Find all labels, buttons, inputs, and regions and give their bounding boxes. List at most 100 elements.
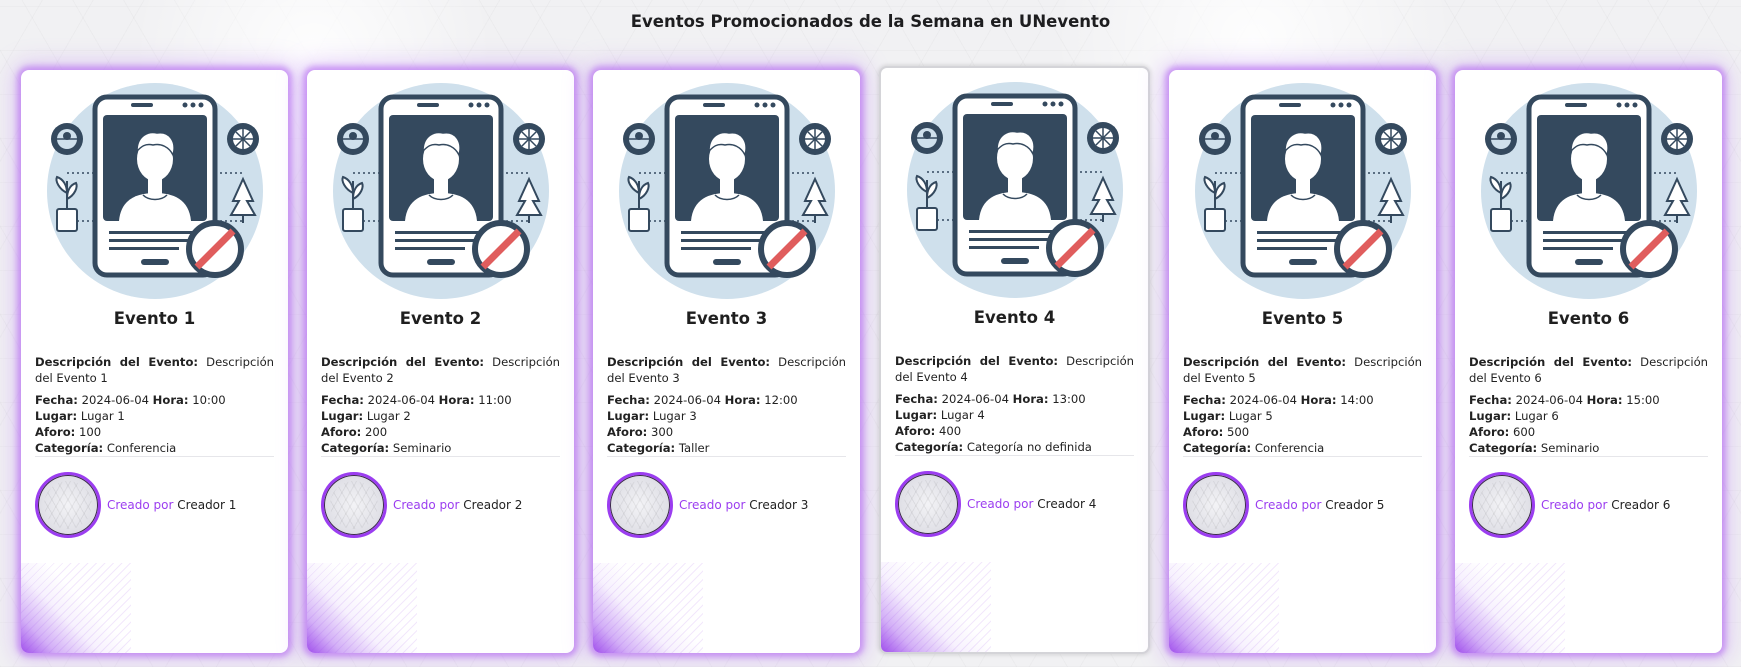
description-label: Descripción del Evento: bbox=[1183, 355, 1347, 369]
created-by-link[interactable]: Creado por bbox=[679, 498, 745, 512]
event-creator[interactable]: Creado por Creador 2 bbox=[307, 472, 574, 538]
creator-text: Creado por Creador 5 bbox=[1255, 498, 1384, 512]
event-card-6[interactable]: Evento 6 Descripción del Evento: Descrip… bbox=[1455, 70, 1722, 653]
divider bbox=[895, 455, 1134, 456]
time-value: 12:00 bbox=[764, 393, 798, 407]
date-value: 2024-06-04 bbox=[81, 393, 149, 407]
event-datetime: Fecha: 2024-06-04 Hora: 13:00 bbox=[895, 391, 1134, 407]
time-value: 10:00 bbox=[192, 393, 226, 407]
description-label: Descripción del Evento: bbox=[895, 354, 1059, 368]
date-value: 2024-06-04 bbox=[367, 393, 435, 407]
date-value: 2024-06-04 bbox=[1515, 393, 1583, 407]
date-label: Fecha: bbox=[1469, 393, 1512, 407]
event-category: Categoría: Seminario bbox=[321, 440, 560, 456]
event-info: Descripción del Evento: Descripción del … bbox=[1169, 354, 1436, 456]
place-label: Lugar: bbox=[607, 409, 650, 423]
event-creator[interactable]: Creado por Creador 5 bbox=[1169, 472, 1436, 538]
place-label: Lugar: bbox=[35, 409, 78, 423]
event-place: Lugar: Lugar 4 bbox=[895, 407, 1134, 423]
creator-name: Creador 2 bbox=[463, 498, 523, 512]
place-value: Lugar 5 bbox=[1228, 409, 1273, 423]
event-description: Descripción del Evento: Descripción del … bbox=[35, 354, 274, 386]
event-datetime: Fecha: 2024-06-04 Hora: 12:00 bbox=[607, 392, 846, 408]
avatar-placeholder-icon[interactable] bbox=[35, 472, 101, 538]
avatar-placeholder-icon[interactable] bbox=[1183, 472, 1249, 538]
avatar-placeholder-icon[interactable] bbox=[895, 471, 961, 537]
place-label: Lugar: bbox=[1183, 409, 1226, 423]
time-value: 14:00 bbox=[1340, 393, 1374, 407]
time-value: 11:00 bbox=[478, 393, 512, 407]
avatar-placeholder-icon[interactable] bbox=[321, 472, 387, 538]
event-info: Descripción del Evento: Descripción del … bbox=[21, 354, 288, 456]
creator-name: Creador 3 bbox=[749, 498, 809, 512]
category-label: Categoría: bbox=[607, 441, 676, 455]
event-category: Categoría: Taller bbox=[607, 440, 846, 456]
time-label: Hora: bbox=[438, 393, 475, 407]
creator-text: Creado por Creador 2 bbox=[393, 498, 522, 512]
event-capacity: Aforo: 500 bbox=[1183, 424, 1422, 440]
no-image-placeholder-icon bbox=[46, 83, 263, 299]
event-capacity: Aforo: 200 bbox=[321, 424, 560, 440]
capacity-label: Aforo: bbox=[1469, 425, 1510, 439]
time-value: 15:00 bbox=[1626, 393, 1660, 407]
date-label: Fecha: bbox=[607, 393, 650, 407]
capacity-label: Aforo: bbox=[607, 425, 648, 439]
created-by-link[interactable]: Creado por bbox=[107, 498, 173, 512]
category-value: Seminario bbox=[1540, 441, 1600, 455]
event-info: Descripción del Evento: Descripción del … bbox=[593, 354, 860, 456]
event-creator[interactable]: Creado por Creador 4 bbox=[881, 471, 1148, 537]
category-value: Conferencia bbox=[1254, 441, 1325, 455]
event-place: Lugar: Lugar 2 bbox=[321, 408, 560, 424]
capacity-label: Aforo: bbox=[895, 424, 936, 438]
event-capacity: Aforo: 600 bbox=[1469, 424, 1708, 440]
description-label: Descripción del Evento: bbox=[35, 355, 199, 369]
category-label: Categoría: bbox=[35, 441, 104, 455]
creator-text: Creado por Creador 1 bbox=[107, 498, 236, 512]
event-capacity: Aforo: 300 bbox=[607, 424, 846, 440]
card-corner-decoration bbox=[307, 563, 417, 653]
capacity-value: 500 bbox=[1227, 425, 1250, 439]
event-place: Lugar: Lugar 5 bbox=[1183, 408, 1422, 424]
avatar-placeholder-icon[interactable] bbox=[1469, 472, 1535, 538]
creator-name: Creador 1 bbox=[177, 498, 237, 512]
creator-name: Creador 6 bbox=[1611, 498, 1671, 512]
event-creator[interactable]: Creado por Creador 3 bbox=[593, 472, 860, 538]
event-title: Evento 1 bbox=[113, 309, 196, 328]
capacity-value: 600 bbox=[1513, 425, 1536, 439]
event-creator[interactable]: Creado por Creador 6 bbox=[1455, 472, 1722, 538]
event-creator[interactable]: Creado por Creador 1 bbox=[21, 472, 288, 538]
avatar-placeholder-icon[interactable] bbox=[607, 472, 673, 538]
category-label: Categoría: bbox=[895, 440, 964, 454]
date-value: 2024-06-04 bbox=[653, 393, 721, 407]
event-card-2[interactable]: Evento 2 Descripción del Evento: Descrip… bbox=[307, 70, 574, 653]
capacity-label: Aforo: bbox=[321, 425, 362, 439]
category-label: Categoría: bbox=[1469, 441, 1538, 455]
no-image-placeholder-icon bbox=[1194, 83, 1411, 299]
place-label: Lugar: bbox=[895, 408, 938, 422]
event-place: Lugar: Lugar 3 bbox=[607, 408, 846, 424]
date-label: Fecha: bbox=[895, 392, 938, 406]
event-title: Evento 2 bbox=[399, 309, 482, 328]
event-card-4[interactable]: Evento 4 Descripción del Evento: Descrip… bbox=[879, 66, 1150, 654]
event-title: Evento 5 bbox=[1261, 309, 1344, 328]
created-by-link[interactable]: Creado por bbox=[1541, 498, 1607, 512]
event-info: Descripción del Evento: Descripción del … bbox=[307, 354, 574, 456]
created-by-link[interactable]: Creado por bbox=[967, 497, 1033, 511]
event-card-1[interactable]: Evento 1 Descripción del Evento: Descrip… bbox=[21, 70, 288, 653]
event-category: Categoría: Categoría no definida bbox=[895, 439, 1134, 455]
place-value: Lugar 2 bbox=[366, 409, 411, 423]
event-card-3[interactable]: Evento 3 Descripción del Evento: Descrip… bbox=[593, 70, 860, 653]
event-info: Descripción del Evento: Descripción del … bbox=[881, 353, 1148, 455]
capacity-value: 100 bbox=[79, 425, 102, 439]
event-description: Descripción del Evento: Descripción del … bbox=[607, 354, 846, 386]
event-category: Categoría: Conferencia bbox=[1183, 440, 1422, 456]
date-label: Fecha: bbox=[321, 393, 364, 407]
creator-name: Creador 5 bbox=[1325, 498, 1385, 512]
created-by-link[interactable]: Creado por bbox=[393, 498, 459, 512]
created-by-link[interactable]: Creado por bbox=[1255, 498, 1321, 512]
event-card-5[interactable]: Evento 5 Descripción del Evento: Descrip… bbox=[1169, 70, 1436, 653]
event-capacity: Aforo: 400 bbox=[895, 423, 1134, 439]
date-label: Fecha: bbox=[35, 393, 78, 407]
event-info: Descripción del Evento: Descripción del … bbox=[1455, 354, 1722, 456]
time-label: Hora: bbox=[1012, 392, 1049, 406]
